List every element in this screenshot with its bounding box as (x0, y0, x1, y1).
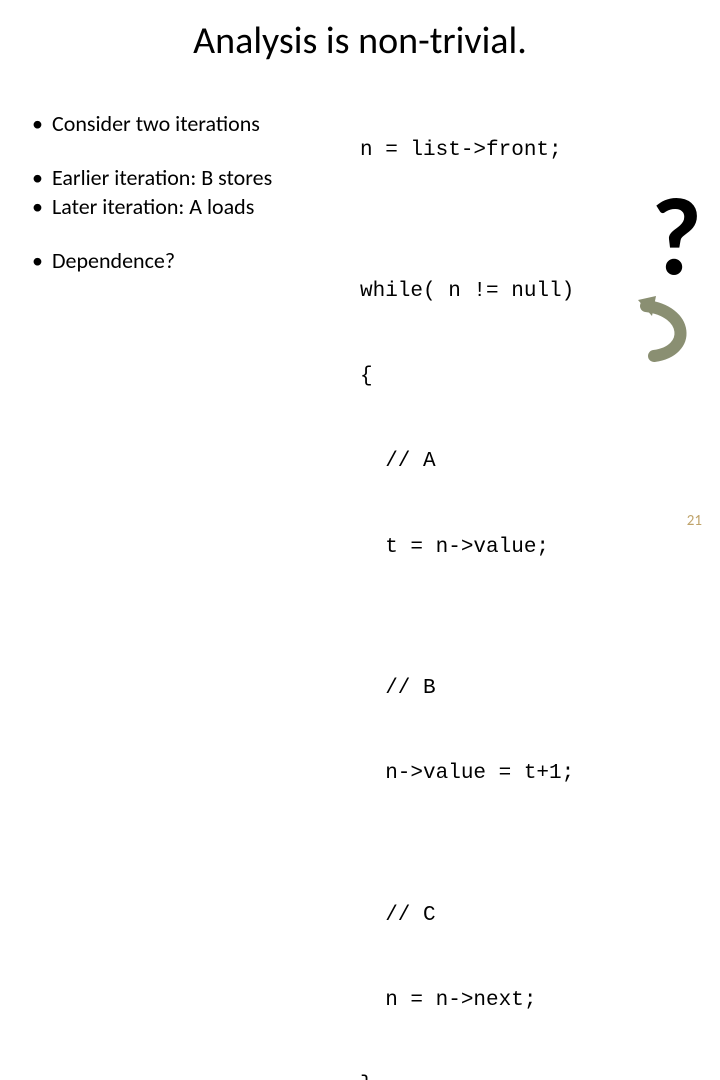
bullet-item: Dependence? (32, 247, 360, 275)
question-mark-icon: ? (651, 182, 702, 292)
code-line: n = n->next; (360, 987, 700, 1015)
code-line: t = n->value; (360, 534, 700, 562)
code-line: // A (360, 448, 700, 476)
slide-title: Analysis is non-trivial. (0, 0, 720, 64)
code-block: n = list->front; while( n != null) { // … (360, 74, 700, 1080)
code-line: // B (360, 675, 700, 703)
content-area: Consider two iterations Earlier iteratio… (0, 64, 720, 1080)
left-column: Consider two iterations Earlier iteratio… (20, 74, 360, 1080)
page-number: 21 (687, 512, 702, 530)
code-line: n = list->front; (360, 137, 700, 165)
bullet-list: Consider two iterations (32, 110, 360, 138)
bullet-list: Earlier iteration: B stores Later iterat… (32, 164, 360, 221)
bullet-item: Later iteration: A loads (32, 193, 360, 221)
code-line: // C (360, 902, 700, 930)
code-line: n->value = t+1; (360, 760, 700, 788)
code-line: { (360, 363, 700, 391)
bullet-item: Earlier iteration: B stores (32, 164, 360, 192)
code-line: while( n != null) (360, 278, 700, 306)
bullet-item: Consider two iterations (32, 110, 360, 138)
bullet-list: Dependence? (32, 247, 360, 275)
code-line: } (360, 1072, 700, 1080)
loop-arrow-icon (634, 296, 694, 366)
